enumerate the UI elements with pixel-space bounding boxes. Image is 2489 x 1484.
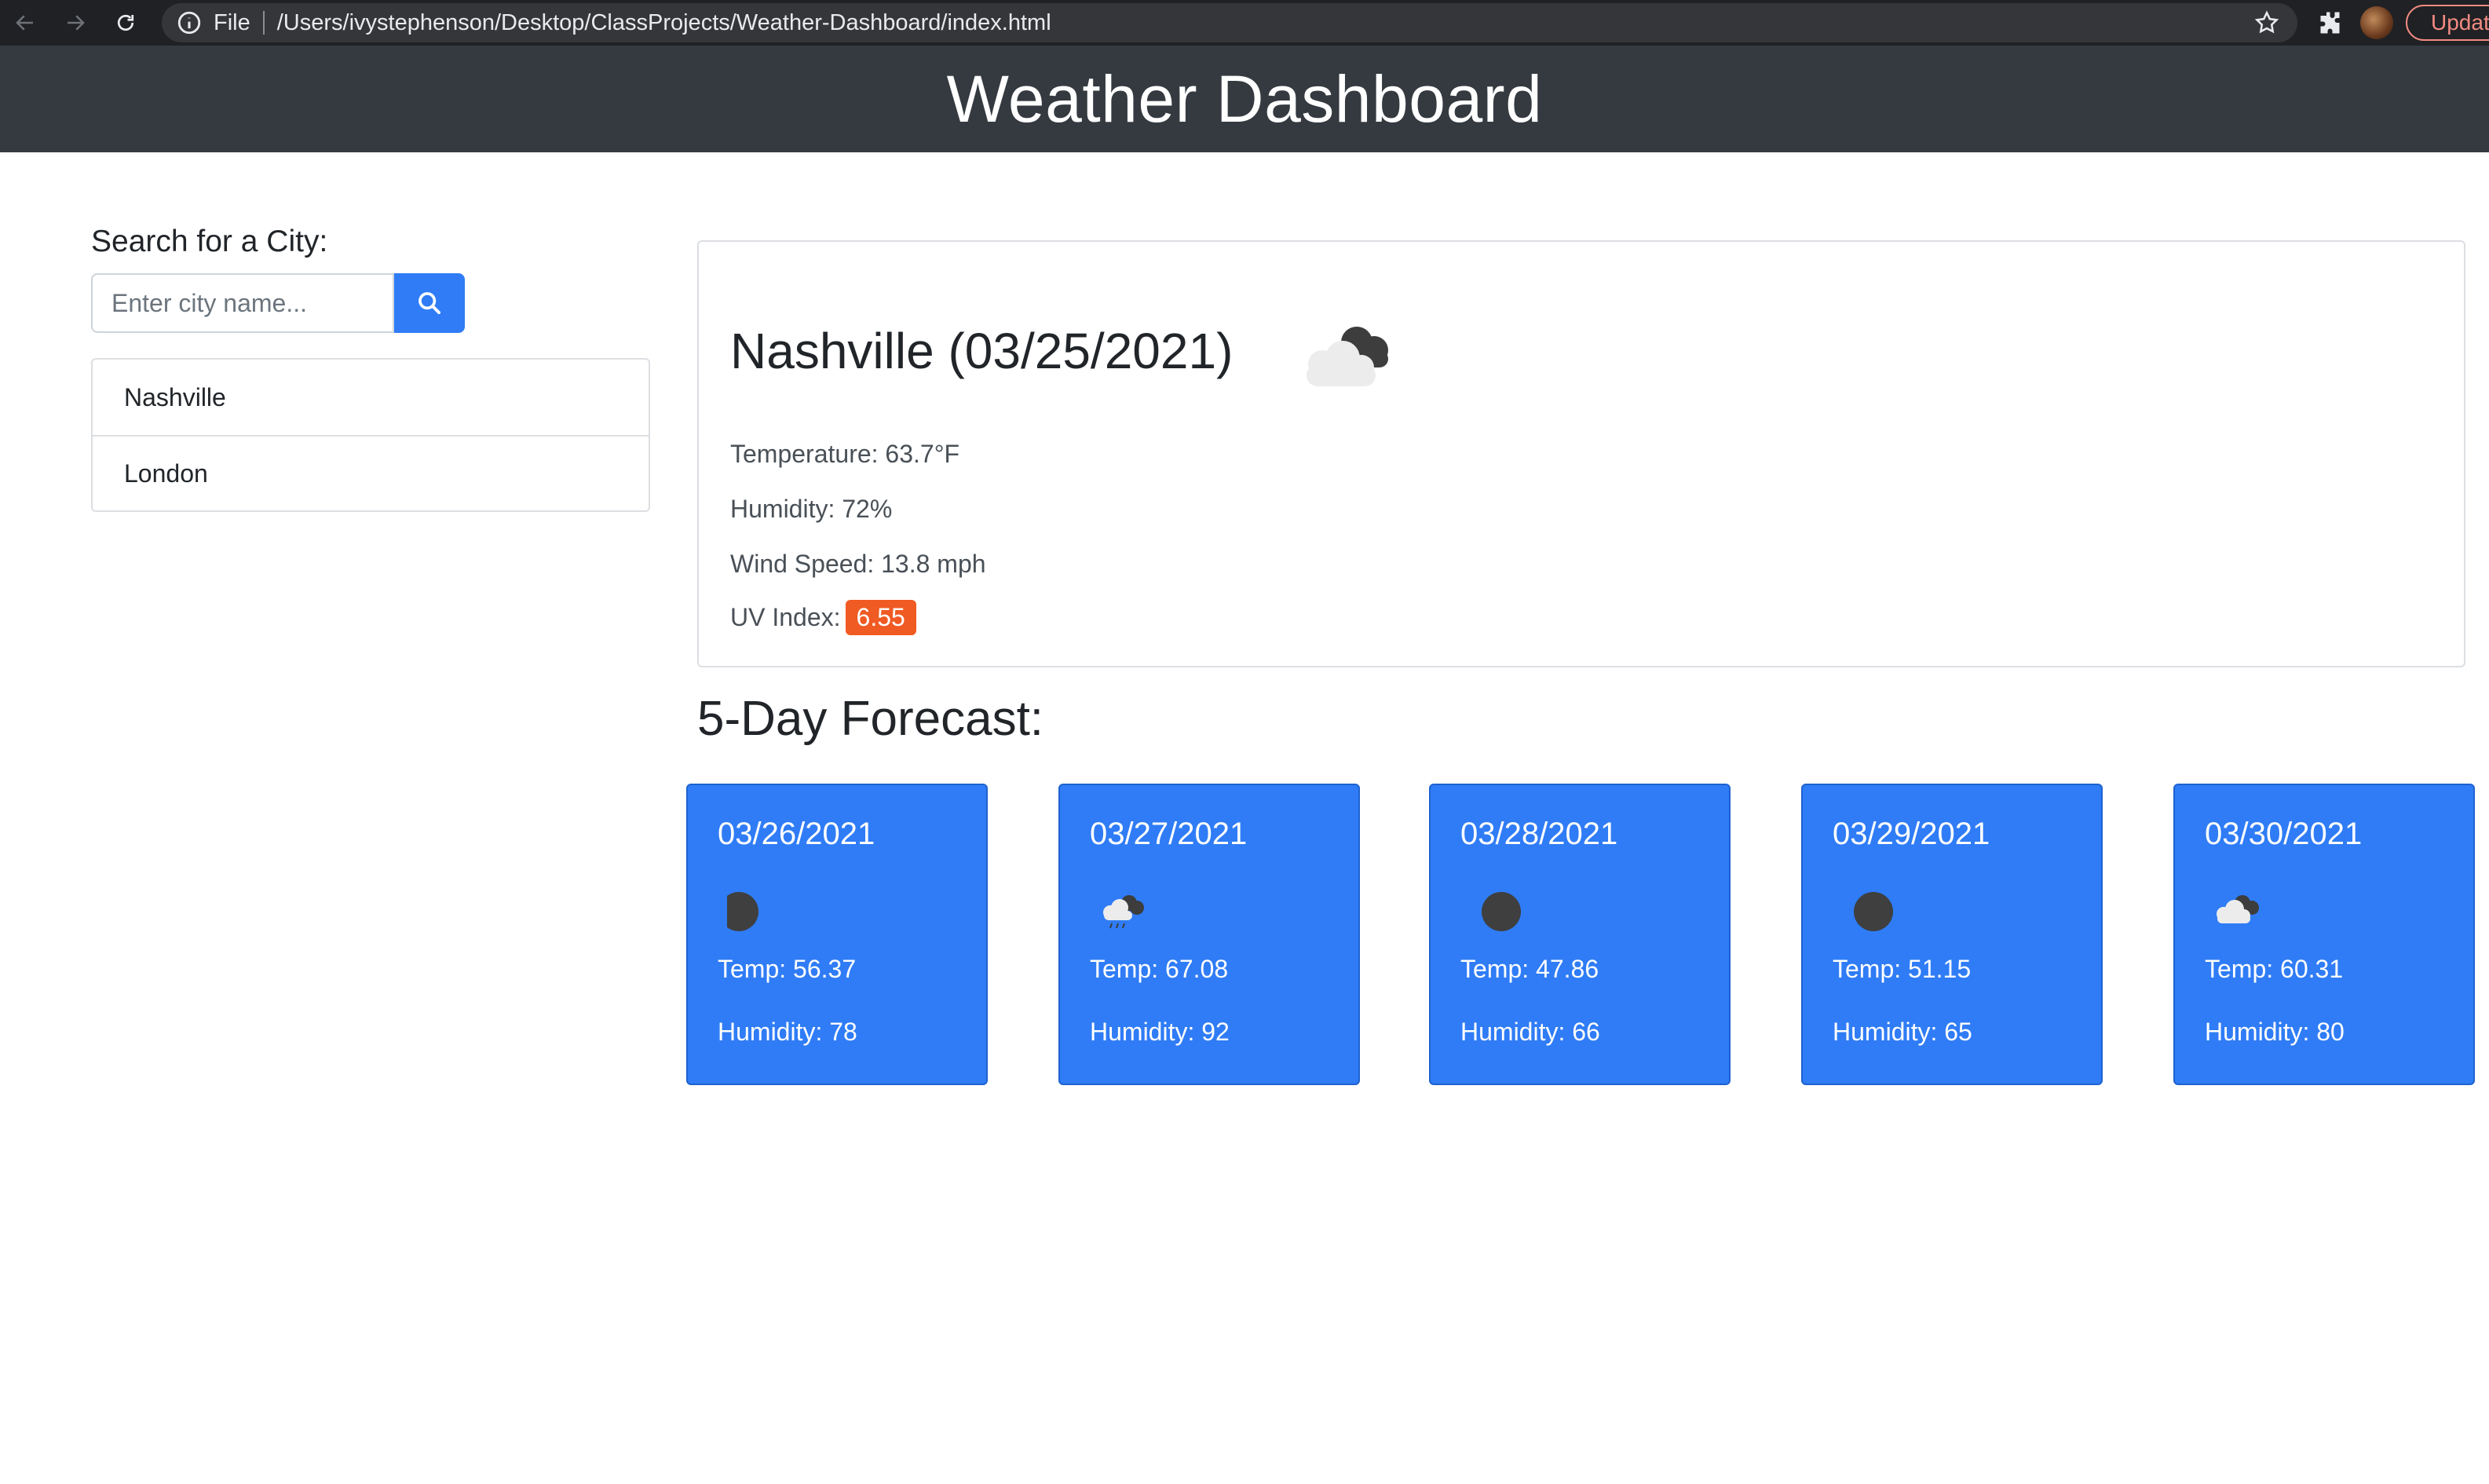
broken-clouds-icon [2217, 895, 2259, 923]
forecast-temp: Temp: 67.08 [1090, 955, 1229, 983]
forecast-date: 03/27/2021 [1090, 817, 1248, 851]
forecast-humidity: Humidity: 66 [1460, 1018, 1600, 1046]
forecast-humidity: Humidity: 80 [2205, 1018, 2345, 1046]
forecast-temp: Temp: 47.86 [1460, 955, 1599, 983]
forecast-temp: Temp: 56.37 [718, 955, 857, 983]
current-humidity: Humidity: 72% [730, 495, 893, 523]
dark-circle-icon [1482, 892, 1521, 931]
search-label: Search for a City: [91, 225, 328, 258]
update-button[interactable]: Updat [2406, 5, 2489, 41]
dark-circle-icon [1854, 892, 1893, 931]
back-button[interactable] [5, 0, 46, 46]
forecast-date: 03/28/2021 [1460, 817, 1618, 851]
forecast-humidity: Humidity: 78 [718, 1018, 857, 1046]
uv-index-badge: 6.55 [845, 600, 916, 635]
profile-avatar[interactable] [2360, 6, 2393, 39]
forecast-temp: Temp: 60.31 [2205, 955, 2344, 983]
forecast-date: 03/30/2021 [2205, 817, 2363, 851]
search-history-list: Nashville London [91, 358, 650, 512]
current-weather-card: Nashville (03/25/2021) Temperature: 63.7… [697, 240, 2465, 667]
url-text[interactable]: /Users/ivystephenson/Desktop/ClassProjec… [277, 10, 1051, 36]
history-item-london[interactable]: London [93, 435, 649, 510]
search-panel: Search for a City: Nashville London [91, 225, 650, 512]
broken-clouds-icon [1307, 327, 1388, 386]
forecast-card: 03/29/2021 Temp: 51.15 Humidity: 65 [1801, 784, 2103, 1085]
url-scheme-label: File [214, 9, 250, 35]
site-header: Weather Dashboard [0, 46, 2489, 152]
forecast-humidity: Humidity: 65 [1833, 1018, 1972, 1046]
reload-icon [117, 14, 134, 31]
url-separator [262, 11, 265, 35]
search-icon [418, 292, 441, 315]
current-wind-speed: Wind Speed: 13.8 mph [730, 550, 986, 578]
forecast-card: 03/30/2021 Temp: 60.31 Humidity: 80 [2173, 784, 2475, 1085]
bookmark-star-icon[interactable] [2253, 9, 2280, 36]
forecast-card: 03/28/2021 Temp: 47.86 Humidity: 66 [1429, 784, 1731, 1085]
current-temperature: Temperature: 63.7°F [730, 440, 960, 468]
forecast-card: 03/26/2021 Temp: 56.37 Humidity: 78 [686, 784, 988, 1085]
forecast-temp: Temp: 51.15 [1833, 955, 1972, 983]
city-search-input[interactable] [91, 273, 394, 333]
rain-cloud-icon [1103, 895, 1144, 929]
arrow-left-icon [16, 15, 33, 31]
history-item-nashville[interactable]: Nashville [93, 360, 649, 435]
forecast-title: 5-Day Forecast: [697, 692, 1044, 746]
address-bar[interactable]: File /Users/ivystephenson/Desktop/ClassP… [162, 3, 2297, 42]
page-title: Weather Dashboard [946, 61, 1543, 136]
info-icon[interactable] [176, 9, 203, 36]
forecast-humidity: Humidity: 92 [1090, 1018, 1230, 1046]
dark-circle-icon [727, 892, 758, 931]
forecast-date: 03/26/2021 [718, 817, 875, 851]
forward-button[interactable] [55, 0, 96, 46]
forecast-date: 03/29/2021 [1833, 817, 1990, 851]
forecast-card: 03/27/2021 Temp: 67.08 Humidity: 92 [1058, 784, 1360, 1085]
search-row [91, 273, 650, 333]
arrow-right-icon [68, 15, 85, 31]
search-button[interactable] [394, 273, 465, 333]
current-city-title: Nashville (03/25/2021) [730, 323, 1234, 379]
browser-toolbar: File /Users/ivystephenson/Desktop/ClassP… [0, 0, 2489, 46]
current-uv-row: UV Index: 6.55 [730, 600, 916, 635]
uv-index-label: UV Index: [730, 603, 841, 631]
reload-button[interactable] [105, 0, 146, 46]
extensions-puzzle-icon[interactable] [2315, 9, 2343, 37]
